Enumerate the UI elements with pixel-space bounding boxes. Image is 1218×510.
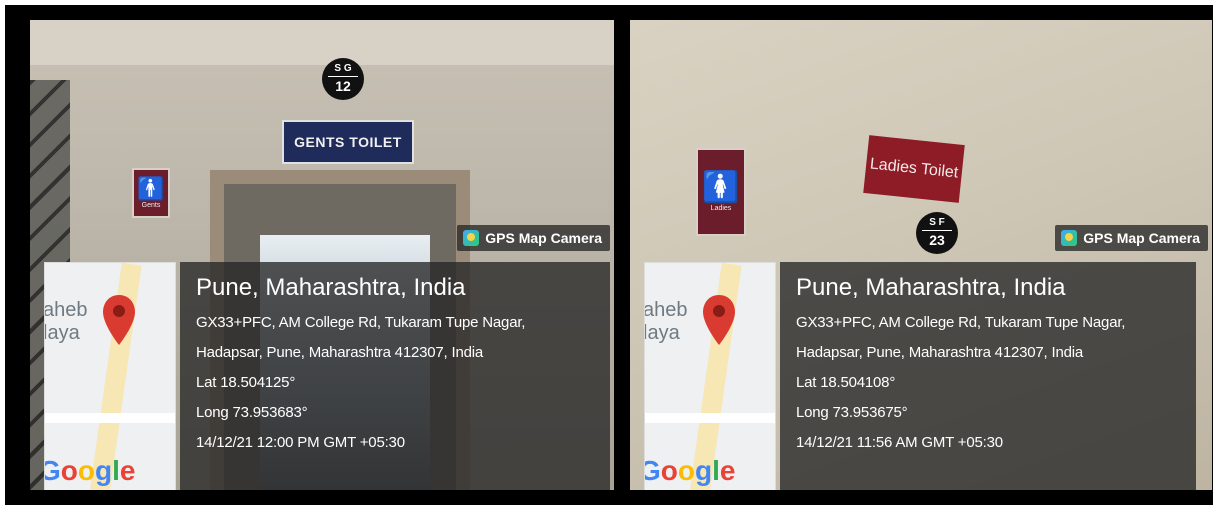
gps-app-name: GPS Map Camera <box>485 230 602 246</box>
map-road <box>645 413 775 423</box>
male-figure-icon: 🚹 <box>137 175 165 201</box>
latitude: Lat 18.504108° <box>796 374 896 391</box>
door-number-bottom: 12 <box>328 76 358 93</box>
map-pin-icon <box>703 295 735 345</box>
door-number-bottom: 23 <box>922 230 952 247</box>
longitude: Long 73.953675° <box>796 404 908 421</box>
address-line-1: GX33+PFC, AM College Rd, Tukaram Tupe Na… <box>796 314 1126 331</box>
door-number-top: S G <box>334 63 352 74</box>
latitude: Lat 18.504125° <box>196 374 296 391</box>
pictogram-caption: Gents <box>141 201 161 209</box>
gps-map-camera-icon <box>463 230 480 246</box>
map-road <box>45 413 175 423</box>
gps-app-name: GPS Map Camera <box>1083 230 1200 246</box>
female-figure-icon: 🚺 <box>702 170 740 204</box>
door-number-sign: S G 12 <box>322 58 364 100</box>
gps-map-camera-icon <box>1061 230 1078 246</box>
google-logo: Google <box>45 455 136 486</box>
ladies-toilet-sign: Ladies Toilet <box>863 135 965 203</box>
location-info-panel: Pune, Maharashtra, India GX33+PFC, AM Co… <box>780 262 1196 490</box>
location-info-panel: Pune, Maharashtra, India GX33+PFC, AM Co… <box>180 262 610 490</box>
timestamp: 14/12/21 12:00 PM GMT +05:30 <box>196 434 405 451</box>
photo-ladies-toilet: 🚺 Ladies Ladies Toilet S F 23 GPS Map Ca… <box>630 20 1212 490</box>
location-city: Pune, Maharashtra, India <box>196 274 466 301</box>
door-number-top: S F <box>929 217 945 228</box>
address-line-2: Hadapsar, Pune, Maharashtra 412307, Indi… <box>196 344 484 361</box>
gps-app-label: GPS Map Camera <box>1055 225 1208 251</box>
gents-toilet-sign: GENTS TOILET <box>282 120 414 164</box>
door-number-sign: S F 23 <box>916 212 958 254</box>
map-thumbnail: aheblaya Google <box>644 262 776 490</box>
longitude: Long 73.953683° <box>196 404 308 421</box>
gps-app-label: GPS Map Camera <box>457 225 610 251</box>
map-place-label: aheb laya <box>644 299 688 344</box>
address-line-2: Hadapsar, Pune, Maharashtra 412307, Indi… <box>796 344 1084 361</box>
timestamp: 14/12/21 11:56 AM GMT +05:30 <box>796 434 1003 451</box>
photo-divider <box>614 20 630 490</box>
photo-gents-toilet: S G 12 GENTS TOILET 🚹 Gents GPS Map Came… <box>30 20 614 490</box>
gents-pictogram: 🚹 Gents <box>132 168 170 218</box>
map-pin-icon <box>103 295 135 345</box>
ladies-pictogram: 🚺 Ladies <box>696 148 746 236</box>
map-place-label: aheb laya <box>44 299 88 344</box>
map-thumbnail: aheblaya Google <box>44 262 176 490</box>
location-city: Pune, Maharashtra, India <box>796 274 1066 301</box>
google-logo: Google <box>645 455 736 486</box>
address-line-1: GX33+PFC, AM College Rd, Tukaram Tupe Na… <box>196 314 526 331</box>
pictogram-caption: Ladies <box>710 204 732 212</box>
